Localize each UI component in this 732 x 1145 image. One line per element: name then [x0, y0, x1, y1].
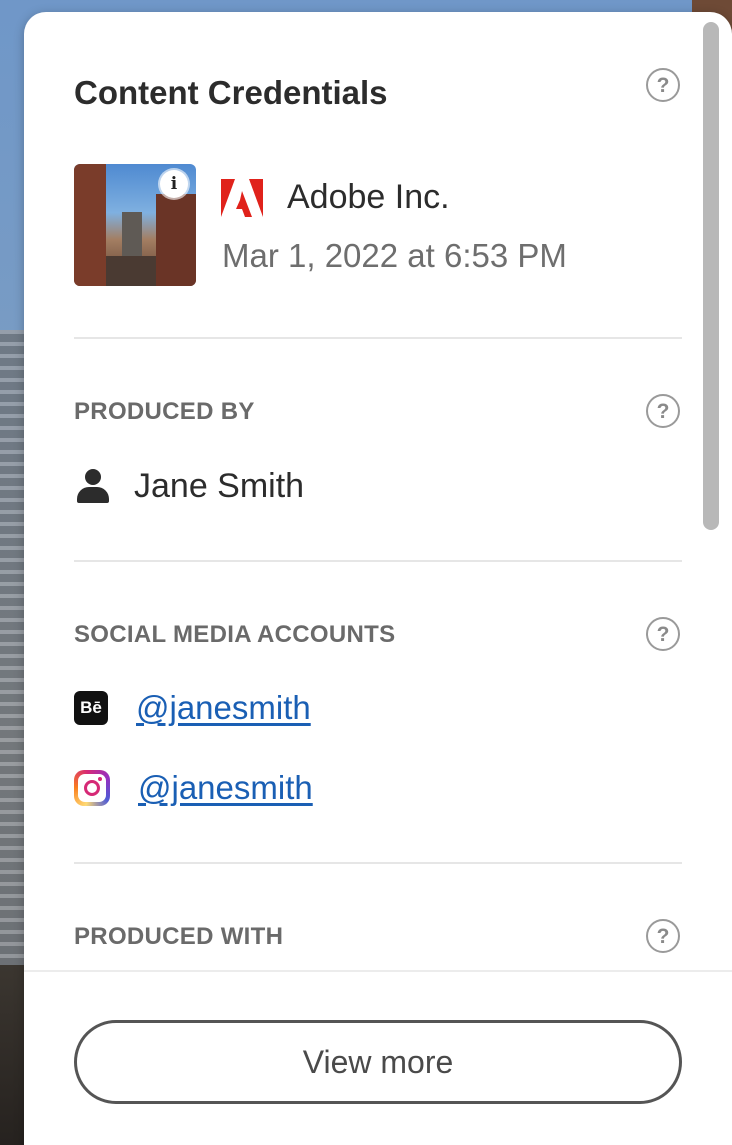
divider	[74, 337, 682, 339]
help-icon[interactable]: ?	[646, 68, 680, 102]
divider	[74, 560, 682, 562]
help-icon[interactable]: ?	[646, 617, 680, 651]
content-credentials-panel: Content Credentials ? i Adobe Inc. Mar 1…	[24, 12, 732, 1145]
issuer-name: Adobe Inc.	[287, 178, 450, 216]
thumbnail-bridge-tower	[122, 212, 142, 262]
help-icon[interactable]: ?	[646, 394, 680, 428]
scrollbar-thumb[interactable]	[703, 22, 719, 530]
panel-footer: View more	[24, 970, 732, 1145]
thumbnail-street	[106, 256, 156, 286]
behance-icon: Bē	[74, 691, 108, 725]
produced-with-label: PRODUCED WITH	[74, 923, 284, 950]
produced-by-label: PRODUCED BY	[74, 398, 255, 425]
producer-name: Jane Smith	[134, 466, 305, 505]
divider	[74, 862, 682, 864]
social-media-label: SOCIAL MEDIA ACCOUNTS	[74, 621, 396, 648]
help-icon[interactable]: ?	[646, 919, 680, 953]
info-icon[interactable]: i	[160, 170, 188, 198]
thumbnail-building-left	[74, 164, 106, 286]
thumbnail-building-right	[156, 194, 196, 286]
view-more-button[interactable]: View more	[74, 1020, 682, 1104]
signed-timestamp: Mar 1, 2022 at 6:53 PM	[222, 237, 567, 274]
content-thumbnail[interactable]: i	[74, 164, 196, 286]
person-icon	[74, 468, 112, 504]
producer-row: Jane Smith	[74, 464, 304, 508]
panel-title: Content Credentials	[74, 74, 388, 111]
adobe-logo-icon	[221, 179, 263, 217]
behance-link[interactable]: @janesmith	[136, 689, 311, 727]
instagram-link[interactable]: @janesmith	[138, 769, 313, 807]
social-account-row: @janesmith	[74, 766, 313, 810]
instagram-icon	[74, 770, 110, 806]
social-account-row: Bē @janesmith	[74, 686, 311, 730]
